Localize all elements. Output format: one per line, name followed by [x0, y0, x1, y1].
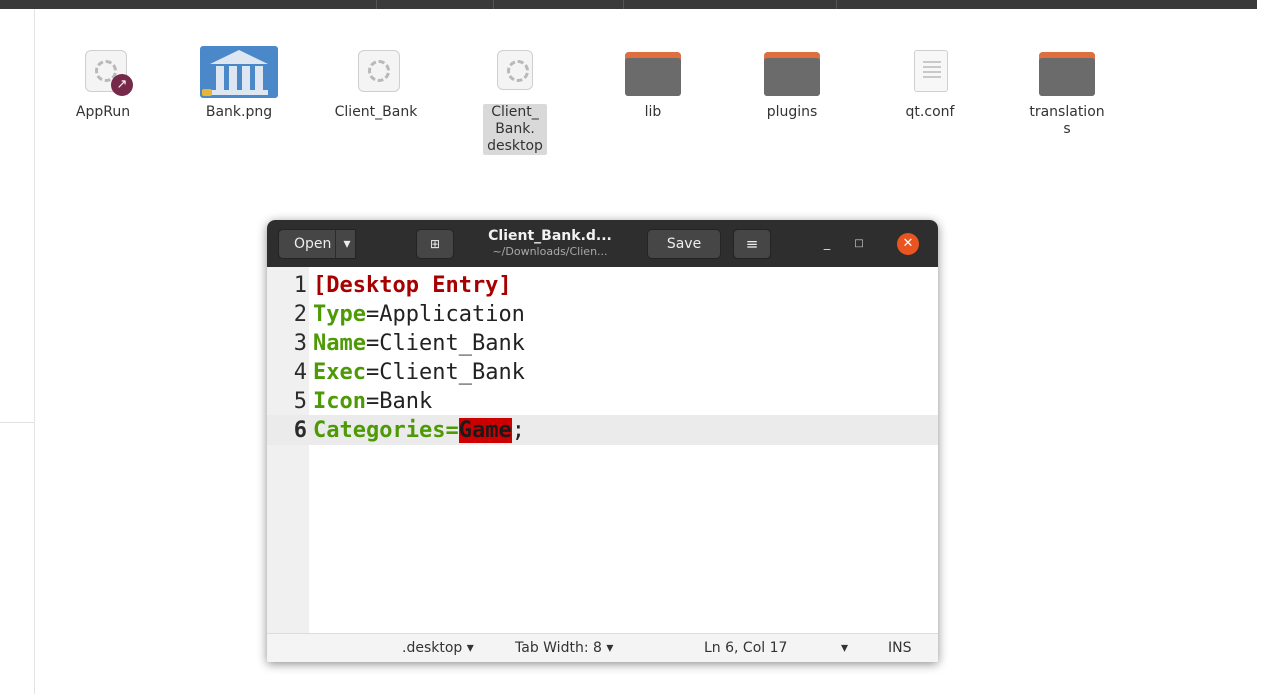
new-document-icon: ⊞ — [429, 237, 441, 251]
editor-headerbar: Open ▾ ⊞ Client_Bank.d... ~/Downloads/Cl… — [267, 220, 938, 267]
link-arrow-icon: ↗ — [111, 74, 133, 96]
close-icon: ✕ — [902, 236, 914, 251]
bank-image-icon — [200, 46, 278, 98]
text-file-icon — [914, 50, 948, 92]
desktop-file-gear-icon — [497, 50, 533, 90]
maximize-icon: □ — [854, 238, 864, 249]
save-button[interactable]: Save — [647, 229, 721, 259]
file-label: Bank.png — [205, 104, 273, 120]
folder-translations[interactable]: translation s — [1012, 44, 1122, 138]
header-divider — [623, 0, 624, 9]
line-number: 2 — [293, 302, 307, 327]
text-editor-area[interactable]: 1 [Desktop Entry] 2 Type=Application 3 N… — [267, 267, 938, 633]
file-qt-conf[interactable]: qt.conf — [875, 44, 985, 121]
header-divider — [836, 0, 837, 9]
chevron-down-icon[interactable]: ▾ — [335, 230, 358, 258]
file-bank-png[interactable]: Bank.png — [184, 44, 294, 121]
cursor-position[interactable]: Ln 6, Col 17 — [704, 634, 787, 662]
top-header-bar — [0, 0, 1257, 9]
file-label: Client_ Bank. desktop — [483, 104, 547, 155]
file-label: qt.conf — [905, 104, 955, 120]
minimize-button[interactable]: _ — [815, 232, 839, 256]
folder-lib[interactable]: lib — [598, 44, 708, 121]
folder-icon — [1039, 52, 1095, 96]
file-label: plugins — [766, 104, 818, 120]
code-line[interactable]: Categories=Game; — [313, 416, 525, 445]
line-number: 3 — [293, 331, 307, 356]
folder-plugins[interactable]: plugins — [737, 44, 847, 121]
right-edge — [1257, 0, 1263, 30]
file-label: translation s — [1029, 104, 1105, 137]
file-label: lib — [644, 104, 662, 120]
minimize-icon: _ — [823, 236, 831, 251]
file-apprun[interactable]: ↗ AppRun — [48, 44, 158, 121]
folder-icon — [764, 52, 820, 96]
header-divider — [493, 0, 494, 9]
code-line[interactable]: Icon=Bank — [313, 387, 432, 416]
menu-icon: ≡ — [745, 235, 759, 253]
document-path: ~/Downloads/Clien... — [492, 245, 608, 258]
open-button[interactable]: Open ▾ — [278, 229, 356, 259]
hamburger-menu-button[interactable]: ≡ — [733, 229, 771, 259]
line-number: 4 — [293, 360, 307, 385]
close-button[interactable]: ✕ — [897, 233, 919, 255]
line-number: 6 — [293, 418, 307, 443]
line-number: 5 — [293, 389, 307, 414]
new-tab-button[interactable]: ⊞ — [416, 229, 454, 259]
sidebar-separator — [0, 422, 34, 423]
line-number: 1 — [293, 273, 307, 298]
document-name: Client_Bank.d... — [488, 228, 612, 244]
sidebar-divider — [34, 9, 35, 694]
code-line[interactable]: [Desktop Entry] — [313, 271, 512, 300]
editor-statusbar: .desktop ▾ Tab Width: 8 ▾ Ln 6, Col 17 ▾… — [267, 633, 938, 662]
header-divider — [376, 0, 377, 9]
file-label: AppRun — [75, 104, 131, 120]
search-highlight: Game — [458, 418, 512, 443]
tab-width-selector[interactable]: Tab Width: 8 ▾ — [515, 634, 613, 662]
insert-mode-indicator[interactable]: INS — [888, 634, 912, 662]
language-selector[interactable]: .desktop ▾ — [402, 634, 474, 662]
folder-icon — [625, 52, 681, 96]
window-title: Client_Bank.d... ~/Downloads/Clien... — [461, 228, 639, 259]
file-label: Client_Bank — [334, 104, 418, 120]
executable-gear-icon — [358, 50, 400, 92]
text-editor-window[interactable]: Open ▾ ⊞ Client_Bank.d... ~/Downloads/Cl… — [267, 220, 938, 662]
maximize-button[interactable]: □ — [847, 232, 871, 256]
file-client-bank[interactable]: Client_Bank — [321, 44, 431, 121]
code-line[interactable]: Name=Client_Bank — [313, 329, 525, 358]
file-client-bank-desktop[interactable]: Client_ Bank. desktop — [460, 44, 570, 155]
code-line[interactable]: Exec=Client_Bank — [313, 358, 525, 387]
code-line[interactable]: Type=Application — [313, 300, 525, 329]
position-dropdown[interactable]: ▾ — [841, 634, 848, 662]
